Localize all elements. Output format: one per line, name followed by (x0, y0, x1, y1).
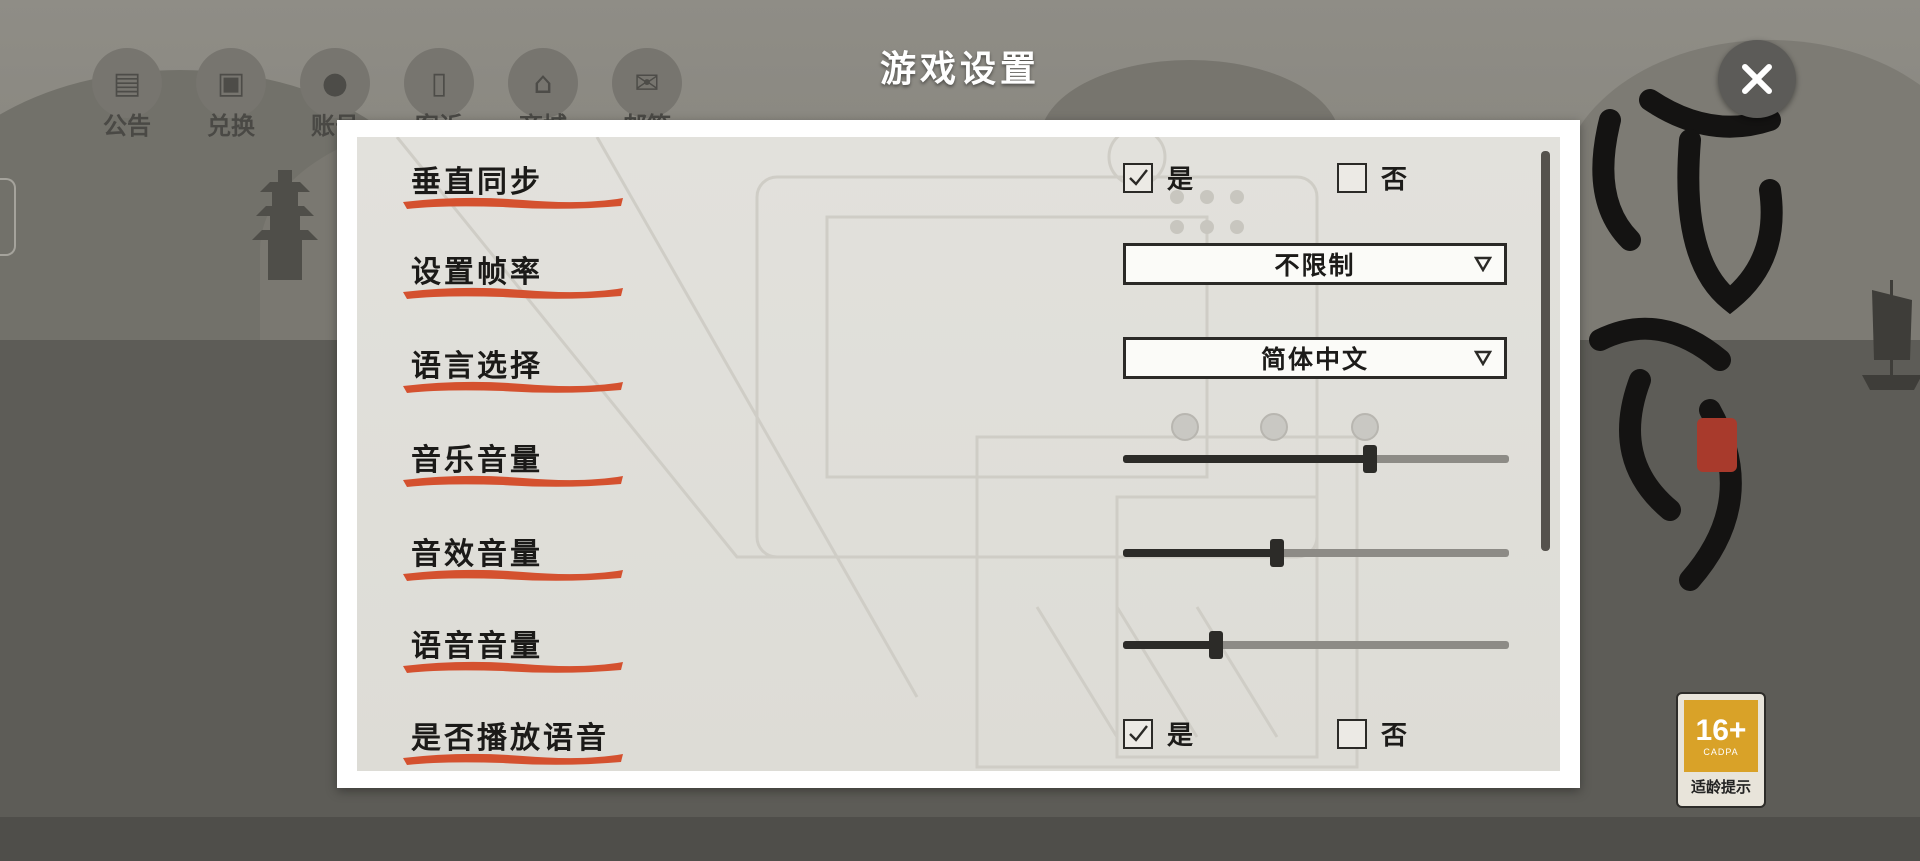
ship-icon (1862, 280, 1920, 390)
checkbox-unchecked[interactable] (1337, 162, 1367, 193)
checkbox-checked[interactable] (1123, 718, 1153, 749)
setting-label-wrap: 语音音量 (403, 613, 643, 683)
pagoda-icon (252, 170, 318, 280)
setting-row-vsync: 垂直同步 是 否 (357, 149, 1560, 219)
setting-label: 是否播放语音 (411, 721, 609, 756)
slider-fill (1123, 641, 1216, 649)
setting-label-wrap: 设置帧率 (403, 239, 643, 309)
setting-row-music-volume: 音乐音量 (357, 427, 1560, 497)
close-icon (1742, 64, 1772, 94)
option-label: 否 (1381, 721, 1408, 751)
setting-label-wrap: 音乐音量 (403, 427, 643, 497)
vsync-no-option[interactable]: 否 (1337, 159, 1407, 196)
nav-label: 兑换 (207, 111, 255, 140)
setting-row-sfx-volume: 音效音量 (357, 521, 1560, 591)
setting-row-language: 语言选择 简体中文 (357, 333, 1560, 403)
bottom-strip (0, 817, 1920, 861)
dropdown-value: 简体中文 (1260, 345, 1369, 374)
option-label: 否 (1381, 165, 1408, 195)
dropdown-triangle-icon (1474, 256, 1492, 272)
checkmark-icon (1129, 168, 1148, 186)
setting-label: 音乐音量 (411, 443, 543, 478)
dialog-title: 游戏设置 (879, 48, 1040, 90)
dropdown-value: 不限制 (1274, 251, 1356, 280)
slider-thumb[interactable] (1208, 631, 1223, 659)
sfx-volume-slider[interactable] (1123, 539, 1509, 567)
slider-thumb[interactable] (1270, 539, 1285, 567)
option-label: 是 (1167, 165, 1194, 195)
checkbox-unchecked[interactable] (1337, 718, 1367, 749)
setting-label: 语言选择 (411, 349, 543, 384)
setting-label: 音效音量 (411, 537, 543, 572)
settings-panel-content: 垂直同步 是 否 设置帧率 不限制 语言选择 简体中文 音乐音量 音效音量 语音… (357, 137, 1560, 771)
checkbox-checked[interactable] (1123, 162, 1153, 193)
setting-label-wrap: 垂直同步 (403, 149, 643, 219)
frame-rate-dropdown[interactable]: 不限制 (1123, 243, 1507, 285)
settings-panel: 垂直同步 是 否 设置帧率 不限制 语言选择 简体中文 音乐音量 音效音量 语音… (337, 120, 1580, 788)
language-dropdown[interactable]: 简体中文 (1123, 337, 1507, 379)
side-tab-handle[interactable] (0, 178, 16, 256)
nav-label: 公告 (103, 111, 151, 140)
age-rating-icon: 16+ CADPA (1684, 700, 1758, 772)
setting-label: 语音音量 (411, 629, 543, 664)
setting-label-wrap: 是否播放语音 (403, 705, 643, 771)
slider-fill (1123, 549, 1278, 557)
music-volume-slider[interactable] (1123, 445, 1509, 473)
age-rating-org: CADPA (1703, 747, 1739, 757)
vsync-yes-option[interactable]: 是 (1123, 159, 1193, 196)
checkmark-icon (1129, 724, 1148, 742)
setting-label: 垂直同步 (411, 165, 543, 200)
play-voice-yes-option[interactable]: 是 (1123, 715, 1193, 752)
setting-label-wrap: 语言选择 (403, 333, 643, 403)
play-voice-no-option[interactable]: 否 (1337, 715, 1407, 752)
voice-volume-slider[interactable] (1123, 631, 1509, 659)
setting-label-wrap: 音效音量 (403, 521, 643, 591)
dropdown-triangle-icon (1474, 350, 1492, 366)
setting-label: 设置帧率 (411, 255, 543, 290)
slider-thumb[interactable] (1363, 445, 1378, 473)
calligraphy-logo (1589, 89, 1783, 591)
age-rating-badge: 16+ CADPA 适龄提示 (1676, 692, 1766, 808)
seal-stamp (1697, 418, 1737, 472)
age-rating-tip: 适龄提示 (1690, 778, 1751, 796)
setting-row-voice-volume: 语音音量 (357, 613, 1560, 683)
option-label: 是 (1167, 721, 1194, 751)
age-rating-number: 16+ (1695, 714, 1747, 747)
close-button[interactable] (1718, 40, 1796, 118)
slider-fill (1123, 455, 1371, 463)
setting-row-frame-rate: 设置帧率 不限制 (357, 239, 1560, 309)
setting-row-play-voice: 是否播放语音 是 否 (357, 705, 1560, 771)
